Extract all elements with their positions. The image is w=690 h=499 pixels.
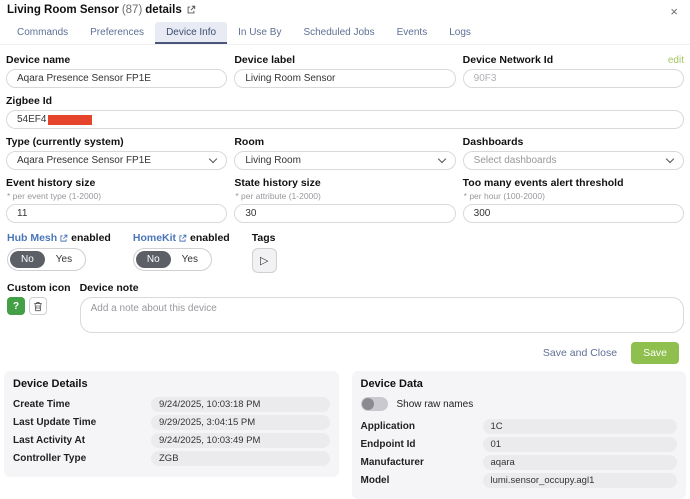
application-value: 1C (483, 419, 678, 434)
table-row: Create Time 9/24/2025, 10:03:18 PM (13, 397, 330, 412)
custom-icon-button[interactable]: ? (7, 297, 25, 315)
device-details-panel: Device Details Create Time 9/24/2025, 10… (4, 371, 339, 477)
event-history-size-input[interactable]: 11 (6, 204, 227, 223)
device-network-id-input: 90F3 (463, 69, 684, 88)
last-activity-at-value: 9/24/2025, 10:03:49 PM (151, 433, 330, 448)
redaction-overlay (48, 115, 92, 125)
tab-in-use-by[interactable]: In Use By (227, 22, 292, 44)
trash-icon[interactable] (29, 297, 47, 315)
room-select[interactable]: Living Room (234, 151, 455, 170)
table-row: Endpoint Id 01 (361, 437, 678, 452)
dashboards-label: Dashboards (463, 136, 684, 148)
device-name-label: Device name (6, 54, 227, 66)
info-panels: Device Details Create Time 9/24/2025, 10… (0, 371, 690, 499)
state-history-size-label: State history size (234, 177, 455, 189)
device-details-title: Device Details (13, 378, 330, 390)
hub-mesh-toggle: No Yes (7, 248, 86, 271)
open-in-new-icon[interactable] (186, 5, 196, 15)
custom-icon-group: Custom icon ? (7, 282, 71, 333)
homekit-link[interactable]: HomeKit (133, 232, 187, 244)
tab-bar: Commands Preferences Device Info In Use … (0, 20, 690, 45)
homekit-yes-button[interactable]: Yes (171, 251, 209, 268)
page-title: Living Room Sensor (87) details (7, 4, 196, 16)
hub-mesh-no-button[interactable]: No (10, 251, 45, 268)
open-in-new-icon (178, 234, 187, 243)
device-note-input[interactable] (80, 297, 684, 333)
type-label: Type (currently system) (6, 136, 227, 148)
play-icon: ▷ (260, 254, 268, 267)
zigbee-id-input[interactable]: 54EF4 (6, 110, 684, 129)
edit-network-id-link[interactable]: edit (668, 55, 684, 66)
tab-preferences[interactable]: Preferences (79, 22, 155, 44)
room-label: Room (234, 136, 455, 148)
tags-expand-button[interactable]: ▷ (252, 248, 277, 273)
too-many-events-label: Too many events alert threshold (463, 177, 684, 189)
too-many-events-hint: * per hour (100-2000) (464, 191, 684, 201)
toggle-knob (362, 398, 374, 410)
device-note-group: Device note (80, 282, 684, 333)
device-id: (87) (122, 4, 142, 16)
table-row: Last Update Time 9/29/2025, 3:04:15 PM (13, 415, 330, 430)
endpoint-id-value: 01 (483, 437, 678, 452)
table-row: Last Activity At 9/24/2025, 10:03:49 PM (13, 433, 330, 448)
device-label-label: Device label (234, 54, 455, 66)
model-value: lumi.sensor_occupy.agl1 (483, 473, 678, 488)
homekit-enabled-label: enabled (190, 232, 230, 244)
table-row: Manufacturer aqara (361, 455, 678, 470)
hub-mesh-group: Hub Mesh enabled No Yes (7, 232, 111, 271)
tab-scheduled-jobs[interactable]: Scheduled Jobs (292, 22, 385, 44)
zigbee-id-label: Zigbee Id (6, 95, 684, 107)
open-in-new-icon (59, 234, 68, 243)
room-selected-value: Living Room (245, 155, 301, 166)
last-update-time-value: 9/29/2025, 3:04:15 PM (151, 415, 330, 430)
chevron-down-icon (437, 155, 445, 163)
too-many-events-input[interactable]: 300 (463, 204, 684, 223)
device-label-input[interactable]: Living Room Sensor (234, 69, 455, 88)
show-raw-names-toggle[interactable] (361, 397, 388, 411)
create-time-value: 9/24/2025, 10:03:18 PM (151, 397, 330, 412)
state-history-size-input[interactable]: 30 (234, 204, 455, 223)
tags-label: Tags (252, 232, 276, 244)
device-data-title: Device Data (361, 378, 678, 390)
state-history-size-hint: * per attribute (1-2000) (235, 191, 455, 201)
controller-type-value: ZGB (151, 451, 330, 466)
homekit-group: HomeKit enabled No Yes (133, 232, 230, 271)
show-raw-names-label: Show raw names (397, 399, 474, 410)
homekit-no-button[interactable]: No (136, 251, 171, 268)
tab-events[interactable]: Events (386, 22, 439, 44)
type-select[interactable]: Aqara Presence Sensor FP1E (6, 151, 227, 170)
device-info-form: Device name Aqara Presence Sensor FP1E D… (0, 45, 690, 371)
event-history-size-label: Event history size (6, 177, 227, 189)
dashboards-placeholder: Select dashboards (474, 155, 557, 166)
manufacturer-value: aqara (483, 455, 678, 470)
chevron-down-icon (209, 155, 217, 163)
hub-mesh-enabled-label: enabled (71, 232, 111, 244)
zigbee-id-value: 54EF4 (17, 114, 46, 125)
device-data-panel: Device Data Show raw names Application 1… (352, 371, 687, 499)
homekit-toggle: No Yes (133, 248, 212, 271)
save-button[interactable]: Save (631, 342, 679, 364)
device-title-suffix: details (145, 4, 181, 16)
event-history-size-hint: * per event type (1-2000) (7, 191, 227, 201)
table-row: Model lumi.sensor_occupy.agl1 (361, 473, 678, 488)
device-title-name: Living Room Sensor (7, 4, 119, 16)
tab-commands[interactable]: Commands (6, 22, 79, 44)
table-row: Application 1C (361, 419, 678, 434)
tab-device-info[interactable]: Device Info (155, 22, 227, 44)
type-selected-value: Aqara Presence Sensor FP1E (17, 155, 151, 166)
header: Living Room Sensor (87) details × (0, 0, 690, 20)
custom-icon-label: Custom icon (7, 282, 71, 294)
table-row: Controller Type ZGB (13, 451, 330, 466)
hub-mesh-link[interactable]: Hub Mesh (7, 232, 68, 244)
device-note-label: Device note (80, 282, 684, 294)
device-network-id-label: Device Network Id (463, 54, 553, 66)
tab-logs[interactable]: Logs (438, 22, 482, 44)
close-icon[interactable]: × (666, 4, 682, 19)
chevron-down-icon (666, 155, 674, 163)
hub-mesh-yes-button[interactable]: Yes (45, 251, 83, 268)
device-name-input[interactable]: Aqara Presence Sensor FP1E (6, 69, 227, 88)
tags-group: Tags ▷ (252, 232, 277, 273)
save-and-close-button[interactable]: Save and Close (543, 347, 617, 359)
dashboards-select[interactable]: Select dashboards (463, 151, 684, 170)
